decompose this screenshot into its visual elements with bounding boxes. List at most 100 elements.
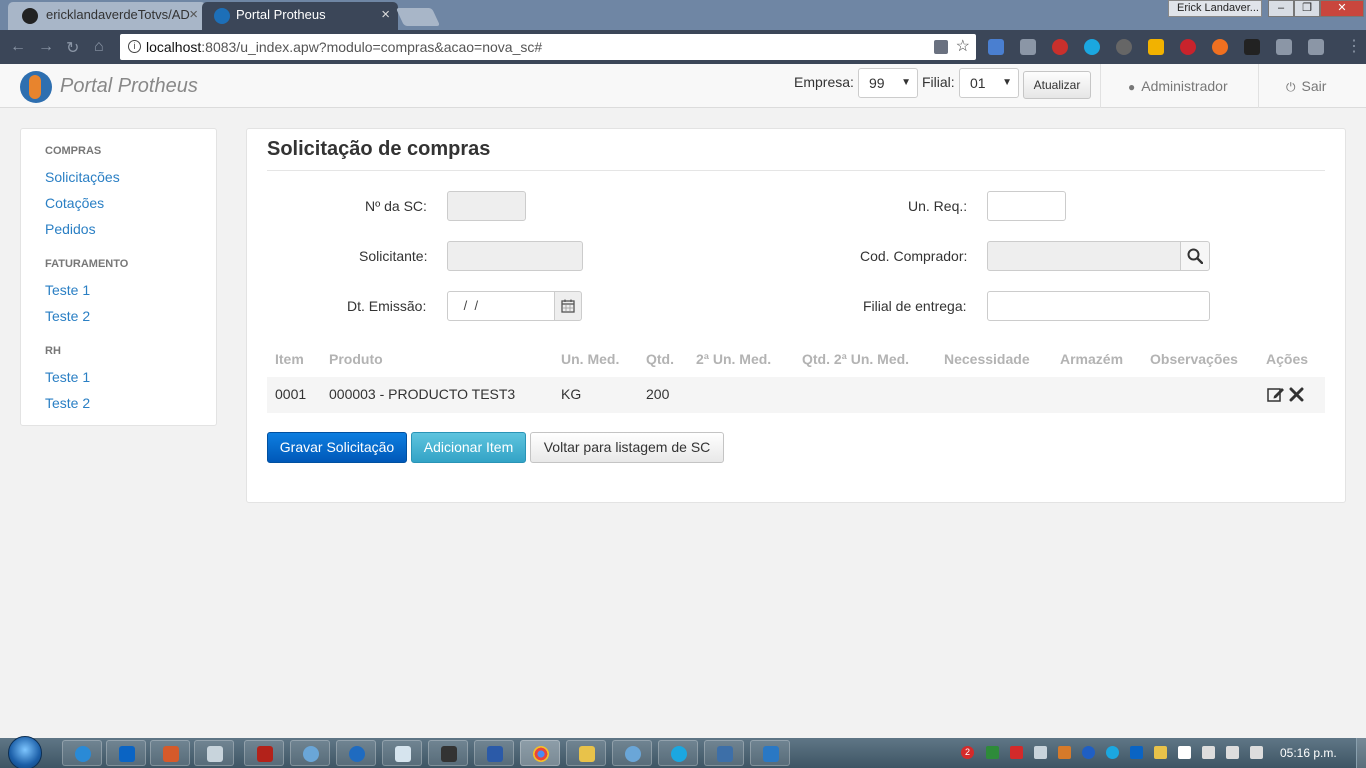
close-tab-icon[interactable]: × bbox=[189, 2, 198, 28]
sidebar-item-rh-teste-2[interactable]: Teste 2 bbox=[45, 395, 90, 411]
bluetooth-icon[interactable] bbox=[1082, 746, 1095, 759]
taskbar-ie[interactable] bbox=[62, 740, 102, 766]
reload-icon[interactable]: ↻ bbox=[66, 38, 79, 58]
taskbar-explorer[interactable] bbox=[566, 740, 606, 766]
menu-icon[interactable]: ⋮ bbox=[1346, 36, 1362, 56]
sidebar-item-cotacoes[interactable]: Cotações bbox=[45, 195, 104, 211]
user-menu[interactable]: ● Administrador bbox=[1128, 78, 1228, 94]
edit-icon[interactable] bbox=[1267, 386, 1285, 408]
new-tab-button[interactable] bbox=[395, 8, 441, 26]
close-tab-icon[interactable]: × bbox=[381, 2, 390, 28]
power-tray-icon[interactable] bbox=[1202, 746, 1215, 759]
tray-icon[interactable] bbox=[1010, 746, 1023, 759]
taskbar-remote-desktop[interactable] bbox=[750, 740, 790, 766]
empresa-select[interactable]: 99 ▼ bbox=[858, 68, 918, 98]
start-button[interactable] bbox=[8, 736, 42, 768]
show-desktop-button[interactable] bbox=[1356, 738, 1366, 768]
forward-icon[interactable]: → bbox=[38, 38, 54, 56]
pinterest-icon[interactable] bbox=[1180, 39, 1196, 55]
delete-icon[interactable] bbox=[1289, 387, 1304, 407]
column-header-necessidade: Necessidade bbox=[944, 351, 1030, 367]
clock[interactable]: 05:16 p.m. bbox=[1280, 746, 1337, 760]
outlook-tray-icon[interactable] bbox=[1130, 746, 1143, 759]
back-icon[interactable]: ← bbox=[10, 38, 26, 56]
extension-icon[interactable] bbox=[1276, 39, 1292, 55]
notification-badge[interactable]: 2 bbox=[961, 746, 974, 759]
logout-label: Sair bbox=[1301, 78, 1327, 94]
empresa-label: Empresa: bbox=[794, 74, 854, 90]
browser-tab-portal[interactable]: Portal Protheus × bbox=[202, 2, 398, 30]
profile-chip[interactable]: Erick Landaver... bbox=[1168, 0, 1262, 17]
divider bbox=[1258, 64, 1259, 108]
sidebar-item-faturamento-teste-1[interactable]: Teste 1 bbox=[45, 282, 90, 298]
taskbar-chrome[interactable] bbox=[520, 740, 560, 766]
network-icon[interactable] bbox=[1226, 746, 1239, 759]
info-icon[interactable]: i bbox=[128, 40, 141, 53]
taskbar-app[interactable] bbox=[150, 740, 190, 766]
taskbar-terminal[interactable] bbox=[428, 740, 468, 766]
skype-tray-icon[interactable] bbox=[1106, 746, 1119, 759]
tray-icon[interactable] bbox=[986, 746, 999, 759]
comprador-input[interactable] bbox=[987, 241, 1182, 271]
sidebar-item-pedidos[interactable]: Pedidos bbox=[45, 221, 96, 237]
extension-icon[interactable] bbox=[1212, 39, 1228, 55]
sidebar-item-faturamento-teste-2[interactable]: Teste 2 bbox=[45, 308, 90, 324]
taskbar-acrobat[interactable] bbox=[244, 740, 284, 766]
protheus-logo-icon bbox=[20, 71, 52, 103]
home-icon[interactable]: ⌂ bbox=[94, 38, 104, 56]
sc-number-label: Nº da SC: bbox=[365, 198, 427, 214]
brand-name: Portal Protheus bbox=[60, 75, 198, 97]
close-window-button[interactable]: ✕ bbox=[1320, 0, 1364, 17]
sc-number-input[interactable] bbox=[447, 191, 526, 221]
flag-icon[interactable] bbox=[1178, 746, 1191, 759]
extension-icon[interactable] bbox=[1148, 39, 1164, 55]
minimize-button[interactable]: – bbox=[1268, 0, 1294, 17]
translate-icon[interactable] bbox=[934, 40, 948, 54]
shield-icon[interactable] bbox=[1154, 746, 1167, 759]
filial-select[interactable]: 01 ▼ bbox=[959, 68, 1019, 98]
skype-icon[interactable] bbox=[1084, 39, 1100, 55]
un-req-label: Un. Req.: bbox=[908, 198, 968, 214]
volume-icon[interactable] bbox=[1250, 746, 1263, 759]
adblock-icon[interactable] bbox=[1052, 39, 1068, 55]
logout-link[interactable]: ⏻ Sair bbox=[1286, 78, 1326, 95]
taskbar-app[interactable] bbox=[336, 740, 376, 766]
bookmark-star-icon[interactable]: ☆ bbox=[956, 34, 970, 60]
taskbar-notes[interactable] bbox=[382, 740, 422, 766]
comprador-search-button[interactable] bbox=[1180, 241, 1210, 271]
translate-extension-icon[interactable] bbox=[988, 39, 1004, 55]
table-row: 0001 000003 - PRODUCTO TEST3 KG 200 bbox=[267, 377, 1325, 413]
sidebar-item-solicitacoes[interactable]: Solicitações bbox=[45, 169, 120, 185]
folder-icon bbox=[579, 746, 595, 762]
sidebar-item-rh-teste-1[interactable]: Teste 1 bbox=[45, 369, 90, 385]
taskbar-search[interactable] bbox=[290, 740, 330, 766]
tray-icon[interactable] bbox=[1034, 746, 1047, 759]
taskbar-outlook[interactable] bbox=[106, 740, 146, 766]
filial-label: Filial: bbox=[922, 74, 955, 90]
solicitante-input[interactable] bbox=[447, 241, 583, 271]
calendar-button[interactable] bbox=[554, 291, 582, 321]
taskbar-word[interactable] bbox=[474, 740, 514, 766]
pdf-extension-icon[interactable] bbox=[1308, 39, 1324, 55]
taskbar-skype[interactable] bbox=[658, 740, 698, 766]
extension-icon[interactable] bbox=[1020, 39, 1036, 55]
filial-value: 01 bbox=[970, 75, 986, 91]
taskbar-calculator[interactable] bbox=[194, 740, 234, 766]
filial-entrega-input[interactable] bbox=[987, 291, 1210, 321]
maximize-button[interactable]: ❐ bbox=[1294, 0, 1320, 17]
tray-icon[interactable] bbox=[1058, 746, 1071, 759]
emissao-date-input[interactable]: / / bbox=[447, 291, 555, 321]
back-to-list-button[interactable]: Voltar para listagem de SC bbox=[530, 432, 724, 463]
settings-extension-icon[interactable] bbox=[1116, 39, 1132, 55]
paw-extension-icon[interactable] bbox=[1244, 39, 1260, 55]
page-title: Solicitação de compras bbox=[267, 138, 491, 160]
main-panel: Solicitação de compras Nº da SC: Solicit… bbox=[246, 128, 1346, 503]
address-bar[interactable]: i localhost:8083/u_index.apw?modulo=comp… bbox=[120, 34, 976, 60]
save-request-button[interactable]: Gravar Solicitação bbox=[267, 432, 407, 463]
taskbar-app[interactable] bbox=[612, 740, 652, 766]
refresh-button[interactable]: Atualizar bbox=[1023, 71, 1091, 99]
taskbar-app[interactable] bbox=[704, 740, 744, 766]
un-req-input[interactable] bbox=[987, 191, 1066, 221]
browser-tab-github[interactable]: ericklandaverdeTotvs/AD × bbox=[8, 2, 206, 30]
add-item-button[interactable]: Adicionar Item bbox=[411, 432, 526, 463]
